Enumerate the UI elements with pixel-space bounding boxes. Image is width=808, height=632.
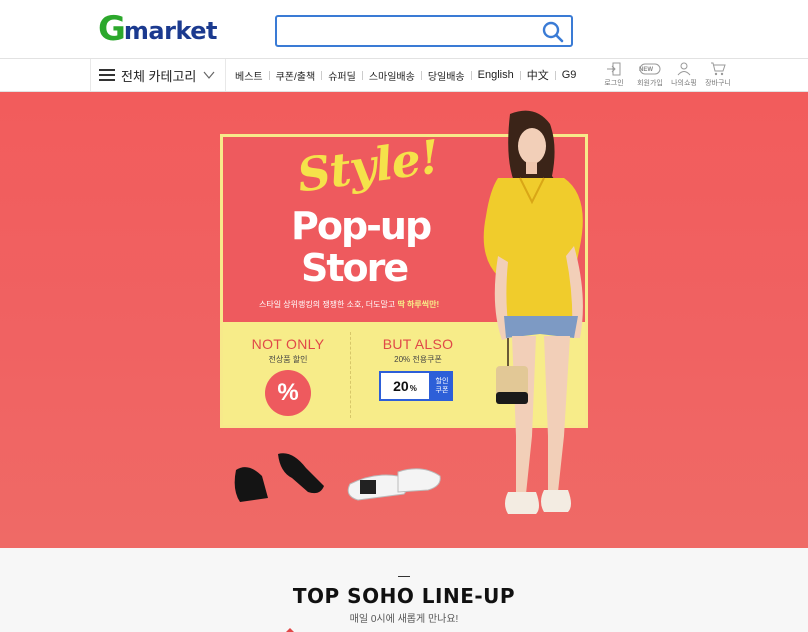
nav-links: 베스트 쿠폰/출책 슈퍼딜 스마일배송 당일배송 English 中文 G9 — [235, 59, 576, 91]
not-only-offer: NOT ONLY 전상품 할인 % — [223, 322, 353, 416]
nav-separator — [470, 70, 472, 80]
search-icon[interactable] — [541, 20, 565, 44]
nav-link-best[interactable]: 베스트 — [235, 68, 263, 83]
model-image — [483, 110, 583, 514]
chevron-down-icon — [203, 68, 215, 80]
my-shopping-label: 나의쇼핑 — [671, 80, 697, 87]
section-title-wrap: TOP SOHO LINE-UP — [0, 584, 808, 608]
nav-link-g9[interactable]: G9 — [562, 69, 577, 81]
nav-separator — [361, 70, 363, 80]
nav-link-coupon[interactable]: 쿠폰/출책 — [276, 68, 316, 83]
nav-link-chinese[interactable]: 中文 — [527, 67, 549, 83]
nav-separator — [420, 70, 422, 80]
person-icon — [677, 62, 691, 76]
percent-symbol: % — [277, 379, 299, 406]
nav-separator — [554, 70, 556, 80]
store-headline: Store — [301, 246, 409, 290]
login-button[interactable]: 로그인 — [596, 62, 632, 90]
coupon-number: 20 — [393, 378, 409, 394]
logo-wordmark: market — [123, 17, 218, 45]
offer-divider — [350, 332, 351, 418]
shoes-image — [234, 453, 441, 502]
nav-separator — [519, 70, 521, 80]
cart-button[interactable]: 장바구니 — [700, 62, 736, 90]
cart-label: 장바구니 — [705, 80, 731, 87]
promo-tagline: 스타일 상위랭킹의 쟁쟁한 소호, 더도말고 딱 하루씩만! — [259, 299, 439, 310]
nav-link-same-day[interactable]: 당일배송 — [428, 68, 465, 83]
login-label: 로그인 — [604, 80, 624, 87]
nav-bar: 전체 카테고리 베스트 쿠폰/출책 슈퍼딜 스마일배송 당일배송 English… — [0, 58, 808, 92]
percent-icon: % — [265, 370, 311, 416]
logo-g: G — [98, 9, 126, 49]
signup-button[interactable]: NEW 회원가입 — [632, 62, 668, 90]
section-dash — [398, 576, 410, 577]
header: G market — [0, 0, 808, 58]
nav-link-superdeal[interactable]: 슈퍼딜 — [328, 68, 356, 83]
cart-icon — [711, 62, 726, 76]
coupon-value: 20% — [379, 371, 431, 401]
section-title: TOP SOHO LINE-UP — [290, 584, 518, 608]
coupon-unit: % — [409, 383, 417, 393]
section-marker-icon — [286, 628, 294, 632]
promo-banner[interactable]: Style! Pop-up Store 스타일 상위랭킹의 쟁쟁한 소호, 더도… — [0, 92, 808, 548]
style-headline: Style! — [293, 129, 443, 203]
all-categories-label: 전체 카테고리 — [121, 68, 197, 84]
tagline-highlight: 딱 하루씩만! — [397, 300, 440, 309]
nav-link-english[interactable]: English — [478, 69, 514, 81]
signup-label: 회원가입 — [637, 80, 663, 87]
nav-link-smile-delivery[interactable]: 스마일배송 — [369, 68, 415, 83]
not-only-title: NOT ONLY — [251, 336, 325, 352]
hamburger-icon — [99, 69, 115, 81]
search-box — [275, 15, 573, 47]
nav-separator — [321, 70, 323, 80]
top-soho-section: TOP SOHO LINE-UP 매일 0시에 새롭게 만나요! — [0, 548, 808, 632]
section-subtitle: 매일 0시에 새롭게 만나요! — [349, 614, 459, 625]
gmarket-logo[interactable]: G market — [98, 9, 218, 49]
login-icon — [607, 62, 621, 76]
not-only-subtitle: 전상품 할인 — [268, 355, 308, 364]
tagline-text: 스타일 상위랭킹의 쟁쟁한 소호, 더도말고 — [259, 300, 398, 309]
nav-separator — [268, 70, 270, 80]
new-badge-text: NEW — [639, 67, 653, 73]
popup-headline: Pop-up — [291, 204, 432, 248]
my-shopping-button[interactable]: 나의쇼핑 — [666, 62, 702, 90]
search-input[interactable] — [283, 21, 533, 41]
all-categories-button[interactable]: 전체 카테고리 — [90, 59, 226, 91]
